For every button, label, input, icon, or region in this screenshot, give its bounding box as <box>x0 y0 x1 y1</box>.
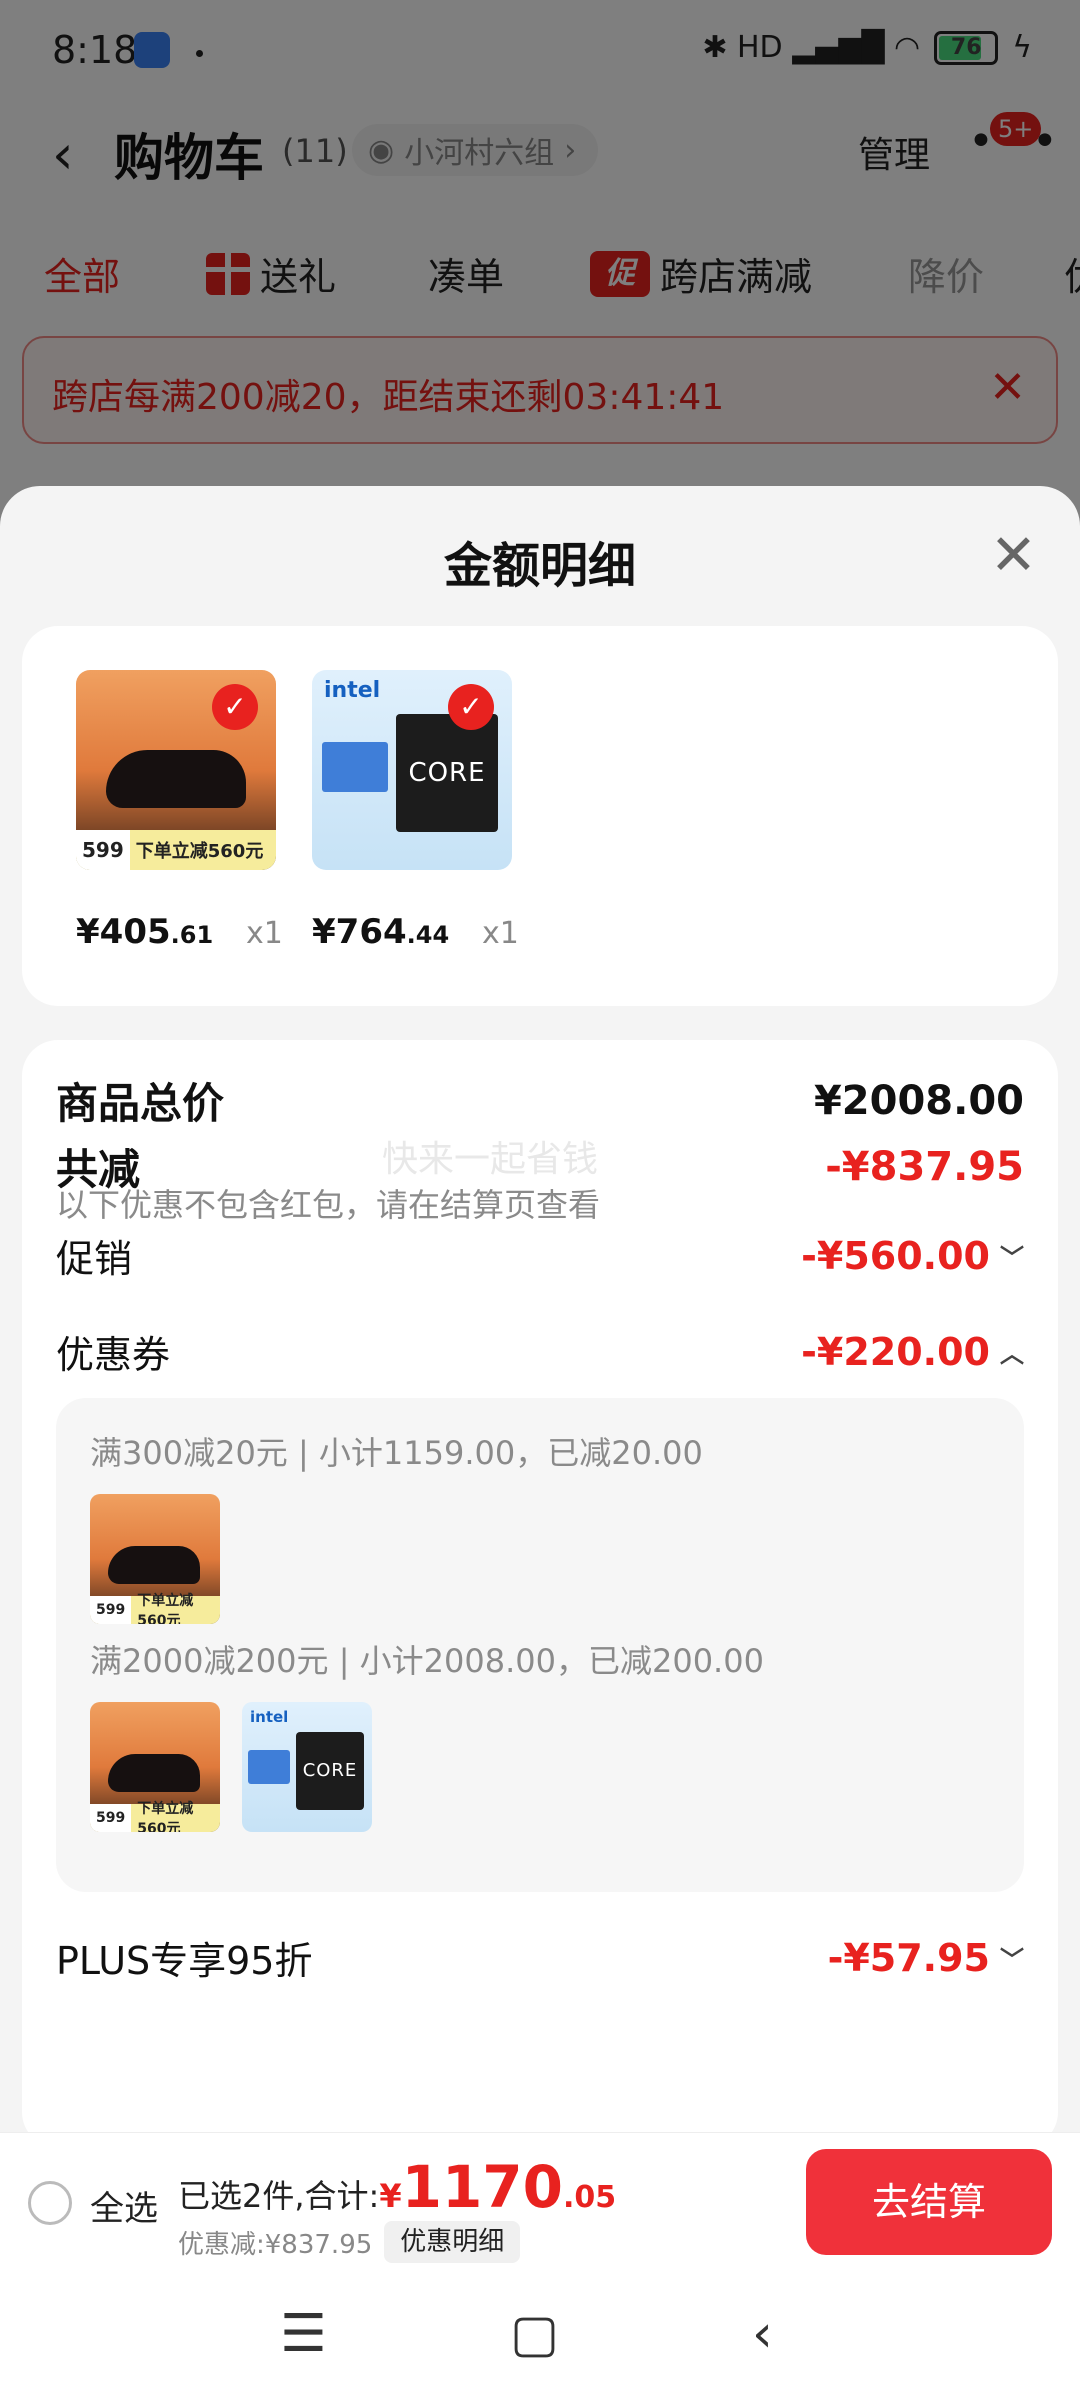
thumb-promo-label: 599 下单立减560元 <box>76 830 276 870</box>
coupon-line: 满2000减200元 | 小计2008.00，已减200.00 <box>90 1642 764 1680</box>
chevron-down-icon: ﹀ <box>1000 1946 1024 1974</box>
price-breakdown-card: 快来一起省钱 商品总价 ¥2008.00 共减 -¥837.95 以下优惠不包含… <box>22 1040 1058 2132</box>
cpu-box-image: CORE <box>396 714 498 832</box>
plus-value: -¥57.95 ﹀ <box>827 1935 1024 1980</box>
intel-logo: intel <box>324 678 381 703</box>
coupon-row[interactable]: 优惠券 -¥220.00 ︿ <box>56 1324 1024 1379</box>
discount-detail-button[interactable]: 优惠明细 <box>384 2221 521 2263</box>
cpu-thumbnail: intel CORE <box>242 1702 372 1832</box>
total-value: ¥2008.00 <box>813 1077 1024 1124</box>
selected-products-card: 599 下单立减560元 ✓ ¥405.61 x1 intel CORE ✓ ¥… <box>22 626 1058 1006</box>
product-quantity: x1 <box>482 916 519 951</box>
chevron-down-icon: ﹀ <box>1000 1244 1024 1272</box>
system-navigation-bar: ☰ ▢ ‹ <box>0 2270 1080 2400</box>
promotion-value: -¥560.00 ﹀ <box>801 1233 1024 1278</box>
product-price: ¥764.44 <box>312 912 450 952</box>
select-all-radio[interactable] <box>28 2181 72 2225</box>
thumb-promo-label <box>322 742 388 792</box>
summary-amount-decimal: .05 <box>563 2180 617 2215</box>
product-item[interactable]: 599 下单立减560元 ✓ ¥405.61 x1 <box>76 670 283 952</box>
shoe-thumbnail: 599 下单立减560元 ✓ <box>76 670 276 870</box>
checkout-bar: 全选 已选2件,合计: ¥ 1170 .05 优惠减:¥837.95 优惠明细 … <box>0 2132 1080 2270</box>
plus-label: PLUS专享95折 <box>56 1939 313 1983</box>
product-item[interactable]: intel CORE ✓ ¥764.44 x1 <box>312 670 519 952</box>
shoe-thumbnail: 599 下单立减560元 <box>90 1702 220 1832</box>
checkmark-icon: ✓ <box>212 684 258 730</box>
sheet-title: 金额明细 <box>443 538 636 594</box>
total-summary: 已选2件,合计: ¥ 1170 .05 <box>178 2153 616 2221</box>
summary-label: 已选2件,合计: <box>178 2177 380 2215</box>
coupon-line: 满300减20元 | 小计1159.00，已减20.00 <box>90 1434 703 1472</box>
shoe-thumbnail: 599 下单立减560元 <box>90 1494 220 1624</box>
total-row: 商品总价 ¥2008.00 <box>56 1070 1024 1131</box>
chevron-up-icon: ︿ <box>1000 1340 1024 1368</box>
select-all-label[interactable]: 全选 <box>90 2181 158 2230</box>
product-price: ¥405.61 <box>76 912 214 952</box>
coupon-label: 优惠券 <box>56 1333 171 1377</box>
discount-line: 优惠减:¥837.95 优惠明细 <box>178 2221 521 2263</box>
checkout-button[interactable]: 去结算 <box>806 2149 1052 2255</box>
amount-detail-sheet: 金额明细 ✕ 599 下单立减560元 ✓ ¥405.61 x1 intel C… <box>0 486 1080 2132</box>
promotion-label: 促销 <box>56 1237 133 1281</box>
summary-amount: 1170 <box>401 2153 564 2221</box>
reduction-note: 以下优惠不包含红包，请在结算页查看 <box>56 1186 601 1224</box>
promotion-row[interactable]: 促销 -¥560.00 ﹀ <box>56 1228 1024 1283</box>
checkmark-icon: ✓ <box>448 684 494 730</box>
discount-text: 优惠减:¥837.95 <box>178 2229 373 2260</box>
coupon-value: -¥220.00 ︿ <box>801 1329 1024 1374</box>
total-label: 商品总价 <box>56 1079 225 1128</box>
coupon-details: 满300减20元 | 小计1159.00，已减20.00 599 下单立减560… <box>56 1398 1024 1892</box>
back-icon[interactable]: ‹ <box>752 2306 773 2362</box>
close-icon[interactable]: ✕ <box>990 528 1037 584</box>
plus-discount-row[interactable]: PLUS专享95折 -¥57.95 ﹀ <box>56 1930 1024 1985</box>
home-icon[interactable]: ▢ <box>510 2306 559 2362</box>
product-quantity: x1 <box>246 916 283 951</box>
reduction-value: -¥837.95 <box>825 1143 1024 1190</box>
menu-icon[interactable]: ☰ <box>280 2306 327 2362</box>
shoe-image <box>106 750 246 808</box>
summary-currency: ¥ <box>379 2177 402 2215</box>
cpu-thumbnail: intel CORE ✓ <box>312 670 512 870</box>
